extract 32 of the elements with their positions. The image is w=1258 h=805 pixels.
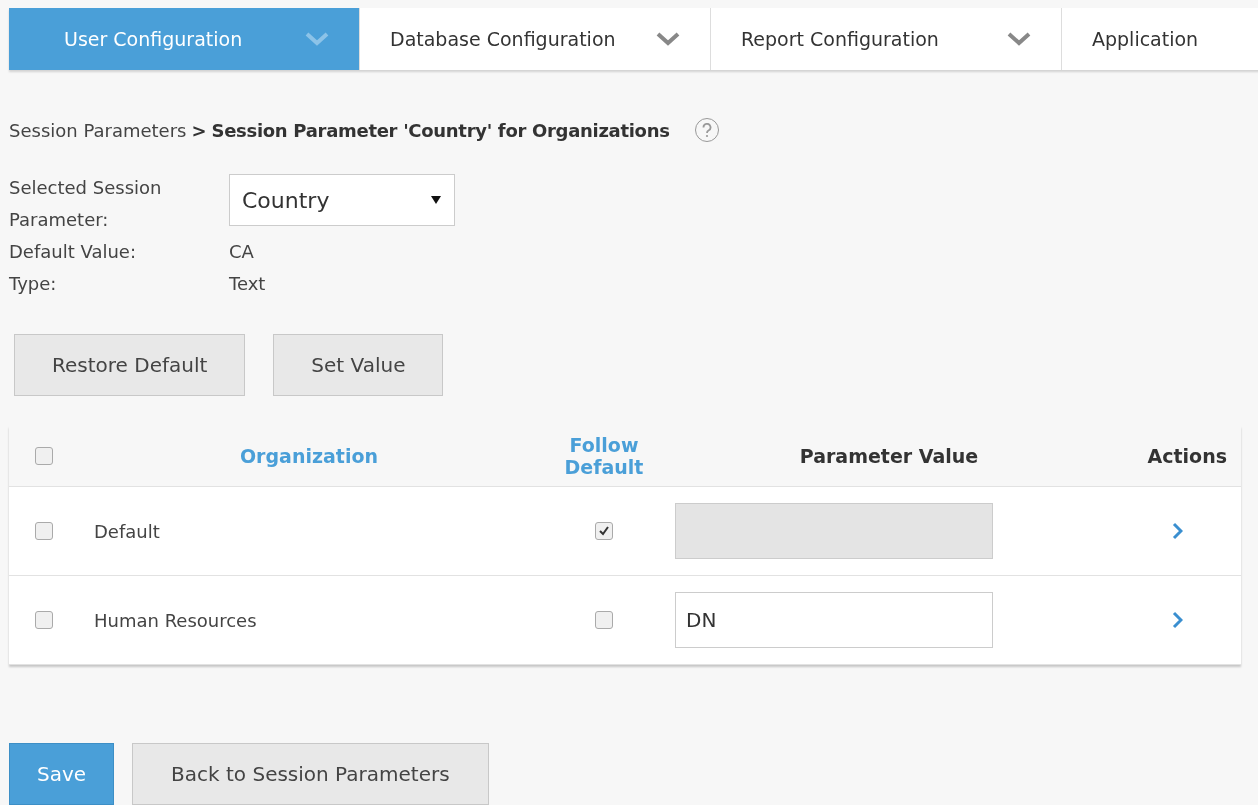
breadcrumb-link[interactable]: Session Parameters: [9, 119, 187, 141]
chevron-down-icon: [656, 32, 680, 46]
nav-tab[interactable]: Application: [1062, 8, 1258, 70]
parameter-value-field[interactable]: DN: [675, 592, 993, 648]
field-label: Type:: [9, 272, 58, 296]
field-value: CA: [229, 240, 255, 264]
chevron-down-icon: [1007, 32, 1031, 46]
breadcrumb-current: Session Parameter 'Country' for Organizations: [211, 119, 670, 141]
back-button[interactable]: Back to Session Parameters: [132, 743, 489, 805]
action-button[interactable]: Restore Default: [14, 334, 246, 396]
follow-default-checkbox[interactable]: [595, 611, 613, 629]
nav-tab[interactable]: Report Configuration: [711, 8, 1062, 70]
column-header: Actions: [1146, 445, 1228, 467]
chevron-down-icon: [305, 32, 329, 46]
follow-default-checkbox[interactable]: [595, 522, 613, 540]
row-checkbox[interactable]: [35, 611, 53, 629]
row-checkbox[interactable]: [35, 522, 53, 540]
chevron-right-icon[interactable]: [1172, 611, 1183, 629]
breadcrumb-separator: >: [191, 119, 207, 141]
field-label: Selected Session Parameter:: [9, 176, 163, 232]
chevron-right-icon[interactable]: [1172, 522, 1183, 540]
field-value: Text: [229, 272, 267, 296]
nav-tab[interactable]: Database Configuration: [360, 8, 711, 70]
dropdown-triangle-icon: [430, 195, 442, 205]
table-cell-text: Human Resources: [93, 609, 258, 631]
field-label: Default Value:: [9, 240, 137, 264]
checkmark-icon: [598, 525, 610, 537]
parameter-select[interactable]: Country: [229, 174, 455, 226]
table-cell-text: Default: [93, 520, 161, 542]
select-all-checkbox[interactable]: [35, 447, 53, 465]
column-header: Parameter Value: [798, 445, 980, 467]
action-button[interactable]: Set Value: [273, 334, 444, 396]
